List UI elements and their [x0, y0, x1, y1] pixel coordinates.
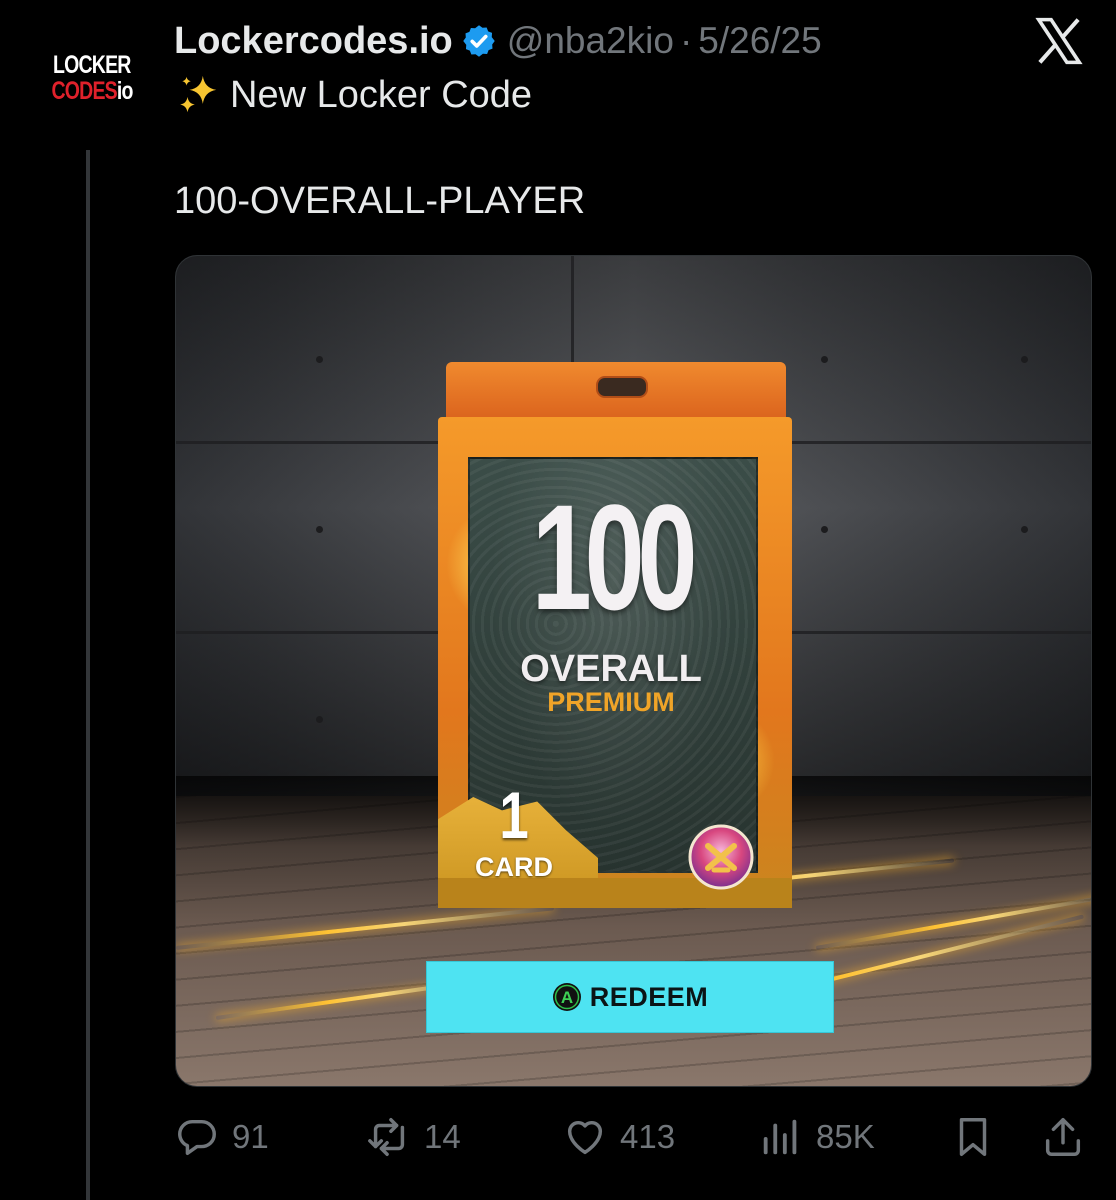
tweet-header: Lockercodes.io @nba2kio · 5/26/25	[174, 16, 1046, 66]
pack-premium-label: PREMIUM	[547, 687, 675, 717]
heart-icon	[567, 1120, 603, 1155]
views-count: 85K	[816, 1118, 875, 1155]
header-separator: ·	[679, 20, 693, 61]
wall-bolt	[1021, 526, 1028, 533]
post-date[interactable]: 5/26/25	[698, 20, 821, 62]
bookmark-icon	[959, 1118, 987, 1156]
wall-bolt	[821, 526, 828, 533]
like-button[interactable]: 413	[562, 1112, 675, 1162]
pack-card-label: CARD	[475, 852, 553, 882]
redeem-button[interactable]: A REDEEM	[426, 961, 834, 1033]
pack-card-count: 1	[499, 778, 529, 852]
pack-hanger	[446, 362, 786, 424]
retweet-icon	[368, 1118, 405, 1156]
avatar-logo-codes: CODES	[51, 76, 117, 105]
avatar-logo-line2: CODESio	[51, 76, 134, 105]
card-pack: 100 OVERALL PREMIUM 1 CARD	[438, 362, 792, 908]
wall-bolt	[821, 356, 828, 363]
retweet-count: 14	[424, 1118, 461, 1155]
x-logo-icon[interactable]	[1032, 14, 1086, 68]
reply-count: 91	[232, 1118, 269, 1155]
sparkles-icon	[180, 75, 217, 113]
wall-bolt	[1021, 356, 1028, 363]
verified-badge-icon	[463, 25, 495, 57]
reply-button[interactable]: 91	[174, 1112, 269, 1162]
pack-emblem-icon	[688, 824, 754, 890]
pack-overall-number: 100	[531, 473, 698, 641]
wall-bolt	[316, 526, 323, 533]
share-icon	[1045, 1118, 1081, 1156]
pack-overall-label: OVERALL	[520, 648, 702, 690]
avatar-logo-line1: LOCKER	[53, 50, 131, 79]
redeem-label: REDEEM	[589, 981, 709, 1012]
share-button[interactable]	[1040, 1112, 1098, 1162]
action-bar: 91 14 413 85K	[174, 1112, 1094, 1162]
like-count: 413	[620, 1118, 676, 1155]
views-icon	[763, 1119, 797, 1155]
retweet-button[interactable]: 14	[366, 1112, 461, 1162]
tweet-headline: New Locker Code	[230, 73, 533, 116]
tweet-media-image[interactable]: 100 OVERALL PREMIUM 1 CARD A REDEEM	[175, 255, 1092, 1087]
thread-line	[86, 150, 90, 1200]
reply-icon	[178, 1119, 216, 1156]
author-handle[interactable]: @nba2kio	[507, 20, 674, 62]
wall-bolt	[316, 716, 323, 723]
avatar[interactable]: LOCKER CODESio	[42, 48, 142, 108]
a-button-letter: A	[561, 988, 573, 1007]
wall-bolt	[316, 356, 323, 363]
avatar-logo-io: io	[116, 76, 134, 105]
views-button[interactable]: 85K	[758, 1112, 875, 1162]
locker-code: 100-OVERALL-PLAYER	[174, 180, 586, 222]
pack-hang-hole	[596, 376, 648, 398]
bookmark-button[interactable]	[950, 1112, 1008, 1162]
author-name[interactable]: Lockercodes.io	[174, 20, 453, 63]
a-button-icon: A	[552, 983, 581, 1011]
tweet-text-line1: New Locker Code	[176, 72, 532, 118]
